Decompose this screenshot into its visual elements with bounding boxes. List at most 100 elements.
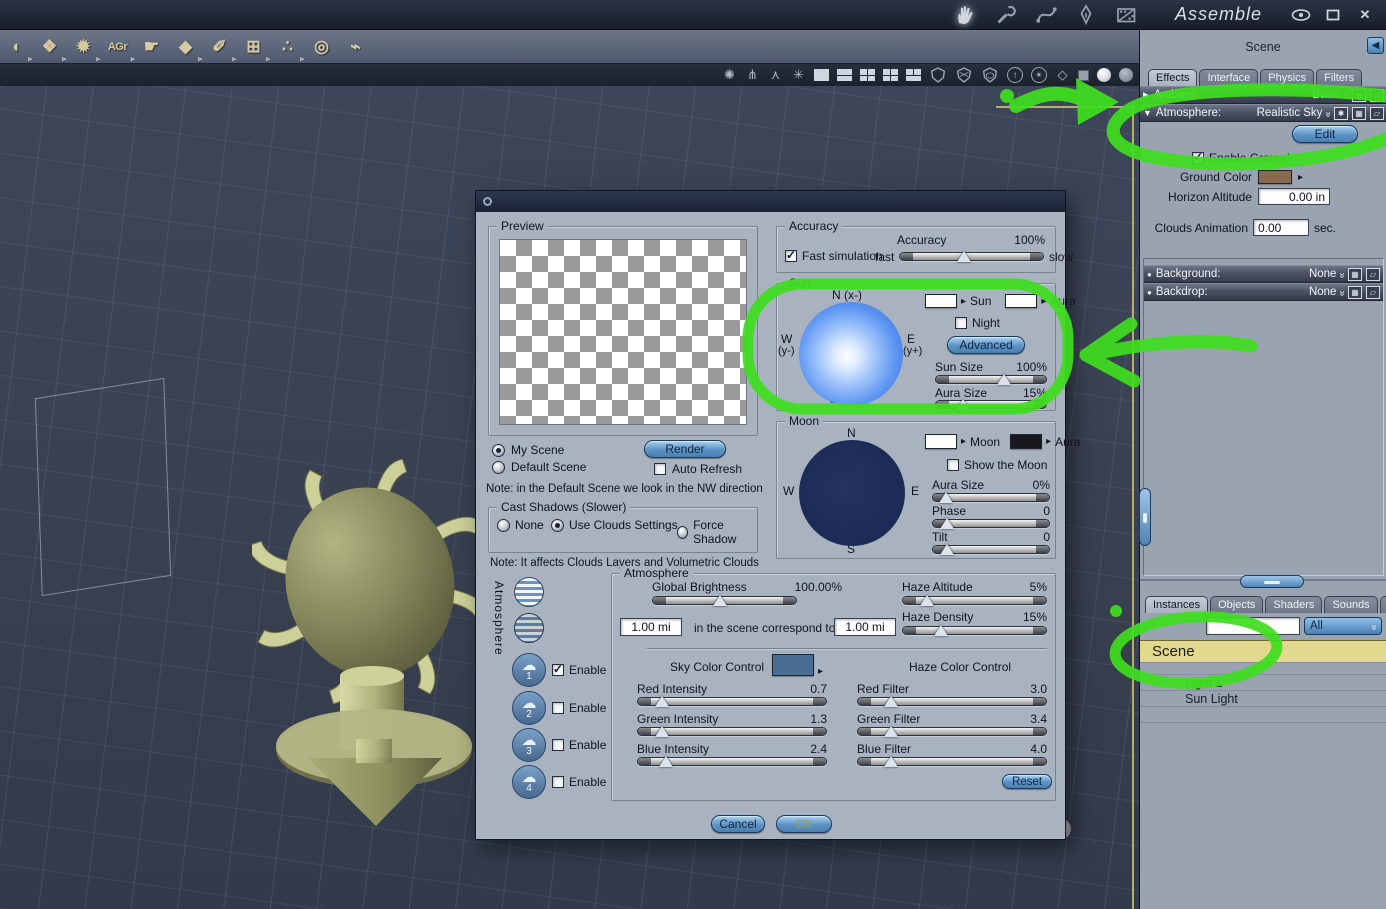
shadows-none-radio[interactable] xyxy=(497,518,510,532)
fast-simulation-checkbox[interactable] xyxy=(785,248,797,262)
atmosphere-row[interactable]: ▼ Atmosphere: Realistic Sky » ✱ ▦ ▱ xyxy=(1140,104,1386,122)
show-moon-checkbox[interactable] xyxy=(947,459,959,471)
layout-two-icon[interactable] xyxy=(837,69,852,81)
tilt-slider[interactable] xyxy=(932,544,1050,555)
shadows-force-radio[interactable] xyxy=(677,525,689,539)
auto-refresh-checkbox[interactable] xyxy=(654,463,666,475)
solid-cube-icon[interactable] xyxy=(1078,69,1089,81)
rock-tool[interactable]: ◆ ▹ xyxy=(172,34,202,63)
ambient-row[interactable]: ▶ Ambient: Basic » ▦ ▱ xyxy=(1140,86,1386,104)
target-tool[interactable]: ◎ xyxy=(308,34,335,60)
film-icon[interactable] xyxy=(1113,3,1139,27)
hierarchy-icon[interactable]: ⋔ xyxy=(745,67,760,83)
green-filter-slider[interactable] xyxy=(857,726,1047,737)
shield-solid-icon[interactable] xyxy=(981,67,999,83)
cloud-4-enable-checkbox[interactable] xyxy=(552,776,564,788)
cloud-layer-1-icon[interactable]: ☁ 1 xyxy=(512,653,546,687)
load-icon[interactable]: ▱ xyxy=(1366,285,1380,299)
sun-sculpture-model[interactable] xyxy=(252,454,492,844)
edit-button[interactable]: Edit xyxy=(1292,125,1358,143)
shield-wire2-icon[interactable] xyxy=(955,67,973,83)
tab-shaders[interactable]: Shaders xyxy=(1265,596,1323,613)
preview-canvas[interactable] xyxy=(499,239,747,425)
scale-field-1[interactable]: 1.00 mi xyxy=(620,618,682,636)
lit-sphere-icon[interactable] xyxy=(1097,68,1111,82)
chevron-icon[interactable]: » xyxy=(1341,93,1352,97)
load-icon[interactable]: ▱ xyxy=(1370,88,1384,102)
shield-wire-icon[interactable] xyxy=(929,67,947,83)
phase-slider[interactable] xyxy=(932,518,1050,529)
spray-icon[interactable]: ✺ xyxy=(722,67,737,83)
haze-density-slider[interactable] xyxy=(902,625,1047,636)
close-icon[interactable]: ✕ xyxy=(1354,6,1376,24)
list-item-scene[interactable]: Scene xyxy=(1140,640,1386,663)
background-row[interactable]: ● Background: None » ▦ ▱ xyxy=(1144,265,1383,283)
flat-sphere-icon[interactable] xyxy=(1119,68,1133,82)
tab-effects[interactable]: Effects xyxy=(1148,69,1198,86)
shadows-clouds-radio[interactable] xyxy=(551,518,564,532)
cloud-layer-2-icon[interactable]: ☁ 2 xyxy=(512,691,546,725)
render-button[interactable]: Render xyxy=(644,440,726,458)
swatch-arrow-icon[interactable]: ▸ xyxy=(961,296,966,307)
save-icon[interactable]: ▦ xyxy=(1352,106,1366,120)
layout-four2-icon[interactable] xyxy=(883,69,898,81)
blue-intensity-slider[interactable] xyxy=(637,756,827,767)
spray-tool[interactable]: ✐ ▹ xyxy=(206,34,236,63)
layout-four-icon[interactable] xyxy=(860,69,875,81)
ok-button[interactable]: OK xyxy=(776,815,832,833)
blue-filter-slider[interactable] xyxy=(857,756,1047,767)
moon-aura-swatch[interactable] xyxy=(1010,434,1043,449)
sun-color-swatch[interactable] xyxy=(925,294,957,308)
chevron-icon[interactable]: » xyxy=(1337,290,1348,294)
collapse-panel-button[interactable]: ◀ xyxy=(1367,37,1384,54)
restore-icon[interactable] xyxy=(1322,6,1344,24)
moon-aura-size-slider[interactable] xyxy=(932,492,1050,503)
sun-position-sphere[interactable] xyxy=(799,302,903,406)
particles-tool[interactable]: ∴ ▹ xyxy=(274,34,304,63)
hand-icon[interactable] xyxy=(953,3,979,27)
wireframe-box[interactable] xyxy=(34,377,172,597)
expand-arrow-icon[interactable]: ▶ xyxy=(1143,90,1150,101)
horizontal-splitter-handle[interactable] xyxy=(1240,575,1304,588)
gear-icon[interactable]: ✱ xyxy=(1334,106,1348,120)
terrain-icon[interactable]: ⋏ xyxy=(768,67,783,83)
list-item-sunlight[interactable]: Sun Light xyxy=(1140,691,1386,707)
scale-field-2[interactable]: 1.00 mi xyxy=(834,618,896,636)
wirecube-icon[interactable]: ◇ xyxy=(1055,67,1070,83)
haze-layer2-icon[interactable] xyxy=(514,613,544,643)
bone-tool[interactable]: ⌁ xyxy=(342,34,369,60)
dialog-close-button[interactable] xyxy=(483,197,492,206)
layout-l-icon[interactable] xyxy=(906,69,921,81)
save-icon[interactable]: ▦ xyxy=(1352,88,1366,102)
agr-tool[interactable]: AGr ▹ xyxy=(104,34,135,63)
tab-filters[interactable]: Filters xyxy=(1316,69,1363,86)
dialog-titlebar[interactable] xyxy=(476,191,1065,212)
vertical-splitter-handle[interactable] xyxy=(1139,488,1151,546)
chevron-icon[interactable]: » xyxy=(1323,111,1334,115)
night-checkbox[interactable] xyxy=(955,317,967,329)
swatch-arrow-icon[interactable]: ▸ xyxy=(1041,296,1046,307)
collapse-arrow-icon[interactable]: ▼ xyxy=(1143,108,1152,118)
swatch-arrow-icon[interactable]: ▸ xyxy=(961,436,966,447)
green-intensity-slider[interactable] xyxy=(637,726,827,737)
camera-tool[interactable]: ⊞ ▹ xyxy=(240,34,270,63)
tab-objects[interactable]: Objects xyxy=(1210,596,1264,613)
pen-icon[interactable] xyxy=(1073,3,1099,27)
chevron-icon[interactable]: » xyxy=(1337,272,1348,276)
clouds-animation-field[interactable]: 0.00 xyxy=(1253,219,1309,236)
haze-altitude-slider[interactable] xyxy=(902,595,1047,606)
gyro-icon[interactable]: ✴ xyxy=(1031,67,1047,83)
cloud-1-enable-checkbox[interactable] xyxy=(552,662,564,676)
cloud-layer-3-icon[interactable]: ☁ 3 xyxy=(512,728,546,762)
layout-single-icon[interactable] xyxy=(814,69,829,81)
haze-layer-icon[interactable] xyxy=(514,577,544,607)
filter-dropdown[interactable]: All » xyxy=(1304,617,1382,635)
sun-aura-swatch[interactable] xyxy=(1005,294,1038,308)
global-brightness-slider[interactable] xyxy=(652,595,797,606)
starburst-icon[interactable]: ✳ xyxy=(791,67,806,83)
load-icon[interactable]: ▱ xyxy=(1370,106,1384,120)
tab-sounds[interactable]: Sounds xyxy=(1324,596,1378,613)
default-scene-radio[interactable] xyxy=(492,460,505,474)
rotate-icon[interactable]: ↑ xyxy=(1007,67,1023,83)
tab-clips[interactable]: Clips xyxy=(1379,596,1386,613)
